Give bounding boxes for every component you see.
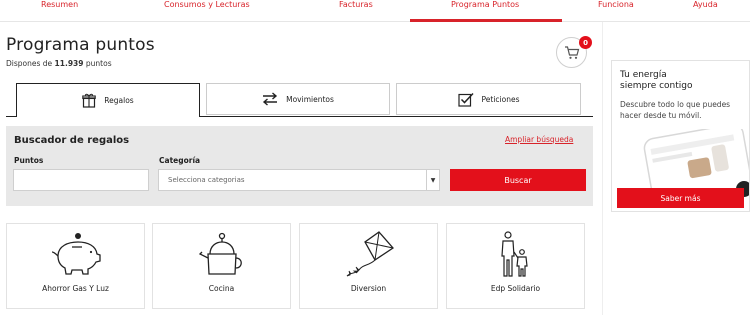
nav-item-resumen[interactable]: Resumen [41,0,78,9]
promo-title: Tu energía siempre contigo [620,70,740,92]
category-label-ahorro: Ahorror Gas Y Luz [42,284,109,293]
points-balance: Dispones de 11.939 puntos [6,59,112,68]
chevron-down-icon: ▼ [426,170,439,190]
tab-movimientos[interactable]: Movimientos [206,83,390,115]
promo-title-line1: Tu energía [620,70,667,80]
gift-icon [82,93,97,108]
promo-title-line2: siempre contigo [620,81,693,91]
tab-regalos-label: Regalos [104,96,134,105]
nav-item-consumos[interactable]: Consumos y Lecturas [164,0,250,9]
right-column-divider [602,22,603,315]
points-prefix: Dispones de [6,59,53,68]
category-card-ahorro[interactable]: Ahorror Gas Y Luz [6,223,145,309]
category-label: Categoría [159,156,201,165]
points-label: Puntos [14,156,44,165]
checkbox-icon [457,92,474,107]
nav-item-facturas[interactable]: Facturas [339,0,373,9]
saber-mas-button[interactable]: Saber más [617,188,744,208]
category-card-cocina[interactable]: Cocina [152,223,291,309]
kite-icon [346,231,394,277]
top-navigation: Resumen Consumos y Lecturas Facturas Pro… [0,0,750,22]
category-card-solidario[interactable]: Edp Solidario [446,223,585,309]
shopping-cart-icon [564,45,579,59]
nav-item-ayuda[interactable]: Ayuda [693,0,718,9]
tab-peticiones[interactable]: Peticiones [396,83,581,115]
active-nav-indicator [410,19,562,22]
tab-regalos[interactable]: Regalos [16,83,200,117]
swap-arrows-icon [263,92,278,106]
points-suffix: puntos [85,59,112,68]
category-select[interactable]: Selecciona categorias ▼ [158,169,440,191]
cart-badge: 0 [579,36,592,49]
nav-item-programa-puntos[interactable]: Programa Puntos [451,0,519,9]
piggy-bank-icon [51,233,101,275]
category-select-placeholder: Selecciona categorias [168,176,245,184]
promo-description: Descubre todo lo que puedes hacer desde … [620,100,731,120]
points-input[interactable] [13,169,149,191]
points-value: 11.939 [54,59,84,68]
page-title: Programa puntos [6,35,155,55]
app-promo-card: Tu energía siempre contigo Descubre todo… [611,60,750,212]
nav-item-funciona[interactable]: Funciona [598,0,634,9]
tab-peticiones-label: Peticiones [481,94,520,104]
category-label-cocina: Cocina [208,284,235,293]
family-icon [500,231,528,277]
teapot-icon [198,232,242,275]
gift-search-panel: Buscador de regalos Ampliar búsqueda Pun… [6,126,593,206]
search-button[interactable]: Buscar [450,169,586,191]
category-label-solidario: Edp Solidario [490,284,541,293]
tab-movimientos-label: Movimientos [286,94,334,104]
category-label-diversion: Diversion [350,284,387,293]
search-title: Buscador de regalos [14,135,130,146]
advanced-search-link[interactable]: Ampliar búsqueda [505,135,573,144]
category-card-diversion[interactable]: Diversion [299,223,438,309]
